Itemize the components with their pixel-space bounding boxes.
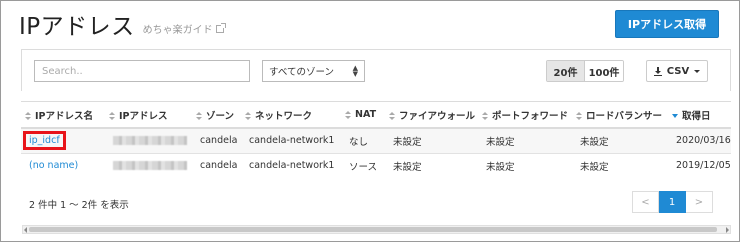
zone-select[interactable]: すべてのゾーン ▲ ▼	[262, 60, 365, 82]
masked-ip-address	[113, 136, 187, 146]
sort-icon	[482, 112, 488, 120]
horizontal-scrollbar[interactable]	[22, 225, 731, 234]
cell-port-forward: 未設定	[478, 128, 572, 154]
column-header-name[interactable]: IPアドレス名	[21, 102, 105, 129]
search-input[interactable]	[34, 60, 250, 82]
filter-toolbar: すべてのゾーン ▲▼ 20件 100件 CSV	[21, 49, 731, 91]
scroll-right-icon[interactable]	[726, 227, 729, 233]
cell-network: candela-network1	[241, 128, 341, 154]
sort-icon	[245, 112, 251, 120]
cell-firewall: 未設定	[385, 128, 478, 154]
table-row[interactable]: ip_idcf candela candela-network1 なし 未設定 …	[21, 128, 731, 154]
column-header-network[interactable]: ネットワーク	[241, 102, 341, 129]
cell-name: (no name)	[21, 153, 105, 177]
ip-name-link[interactable]: ip_idcf	[23, 131, 66, 151]
column-header-firewall[interactable]: ファイアウォール	[385, 102, 478, 129]
column-header-ip[interactable]: IPアドレス	[105, 102, 192, 129]
ip-table: IPアドレス名 IPアドレス ゾーン ネットワーク NAT ファイアウォール ポ…	[21, 102, 731, 177]
sort-icon	[109, 112, 115, 120]
column-header-date[interactable]: 取得日	[668, 102, 731, 129]
page-title: IPアドレス	[19, 14, 135, 40]
sort-icon	[345, 110, 351, 119]
sort-icon	[389, 112, 395, 120]
ip-table-container: IPアドレス名 IPアドレス ゾーン ネットワーク NAT ファイアウォール ポ…	[21, 101, 731, 177]
zone-select-value: すべてのゾーン	[269, 67, 334, 78]
column-header-nat[interactable]: NAT	[341, 102, 385, 129]
cell-port-forward: 未設定	[478, 153, 572, 177]
csv-button[interactable]: CSV	[646, 60, 708, 82]
cell-name: ip_idcf	[21, 128, 105, 154]
guide-link[interactable]: めちゃ楽ガイド	[142, 21, 226, 36]
cell-nat: ソース	[341, 153, 385, 177]
cell-ip	[105, 153, 192, 177]
sort-icon	[196, 112, 202, 120]
scroll-left-icon[interactable]	[24, 227, 27, 233]
cell-firewall: 未設定	[385, 153, 478, 177]
download-icon	[653, 66, 662, 76]
cell-zone: candela	[192, 128, 241, 154]
result-summary: 2 件中 1 〜 2件 を表示	[29, 200, 129, 211]
column-header-zone[interactable]: ゾーン	[192, 102, 241, 129]
sort-icon	[25, 112, 31, 120]
cell-date: 2019/12/05	[668, 153, 731, 177]
cell-zone: candela	[192, 153, 241, 177]
page-size-20-button[interactable]: 20件	[547, 61, 585, 81]
cell-load-balancer: 未設定	[572, 128, 668, 154]
csv-button-label: CSV	[666, 65, 690, 77]
ip-name-link[interactable]: (no name)	[29, 160, 78, 171]
table-header-row: IPアドレス名 IPアドレス ゾーン ネットワーク NAT ファイアウォール ポ…	[21, 102, 731, 129]
external-link-icon	[215, 22, 226, 33]
page-header: IPアドレス めちゃ楽ガイド	[19, 13, 226, 41]
select-arrows-icon: ▲ ▼	[352, 64, 358, 78]
page-1-button[interactable]: 1	[659, 191, 686, 213]
masked-ip-address	[113, 161, 187, 170]
cell-load-balancer: 未設定	[572, 153, 668, 177]
cell-network: candela-network1	[241, 153, 341, 177]
guide-link-label: めちゃ楽ガイド	[142, 25, 213, 36]
page-frame: IPアドレス めちゃ楽ガイド IPアドレス取得 すべてのゾーン ▲▼ 20件 1…	[0, 0, 740, 242]
cell-ip	[105, 128, 192, 154]
page-size-group: 20件 100件	[546, 60, 624, 82]
page-size-100-button[interactable]: 100件	[585, 61, 623, 81]
cell-date: 2020/03/16	[668, 128, 731, 154]
next-page-button[interactable]: >	[686, 191, 713, 213]
table-row[interactable]: (no name) candela candela-network1 ソース 未…	[21, 153, 731, 177]
prev-page-button[interactable]: <	[632, 191, 659, 213]
acquire-ip-button[interactable]: IPアドレス取得	[615, 10, 719, 38]
scrollbar-thumb[interactable]	[29, 227, 717, 232]
pagination: < 1 >	[632, 191, 713, 213]
sort-icon	[576, 112, 582, 120]
sort-desc-icon	[672, 114, 678, 118]
column-header-load-balancer[interactable]: ロードバランサー	[572, 102, 668, 129]
column-header-port-forward[interactable]: ポートフォワード	[478, 102, 572, 129]
cell-nat: なし	[341, 128, 385, 154]
caret-down-icon	[694, 69, 701, 73]
